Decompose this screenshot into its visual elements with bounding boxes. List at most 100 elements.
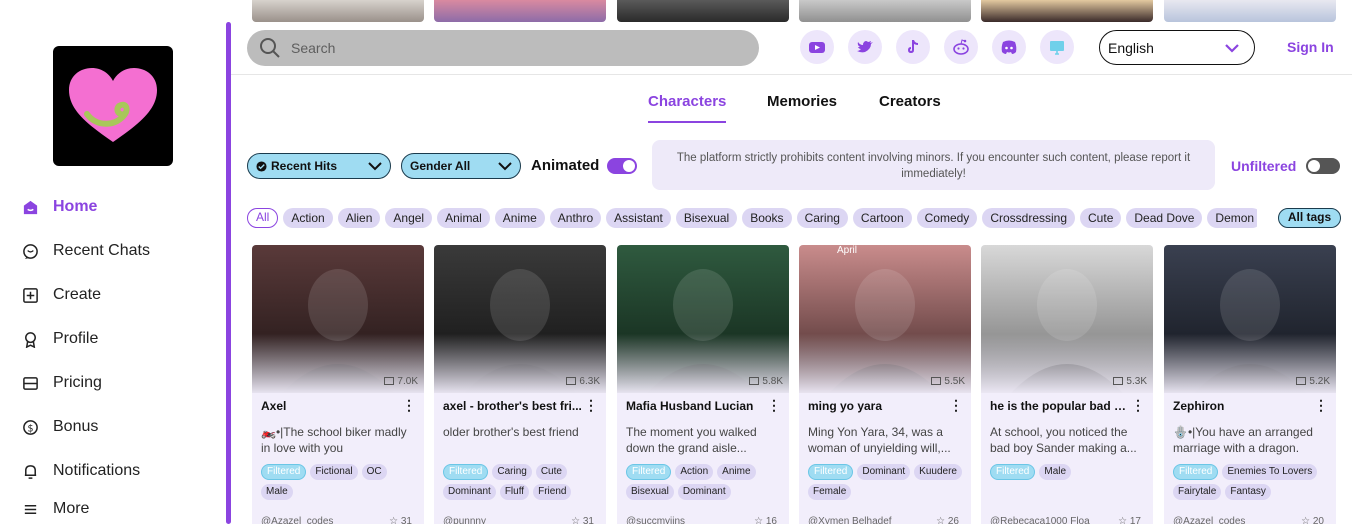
character-card[interactable]: 5.2K Zephiron ⋮ 🪬•|You have an arranged … <box>1164 245 1336 524</box>
gender-select[interactable]: Gender All <box>401 153 521 179</box>
card-tag-chip[interactable]: Cute <box>535 464 567 480</box>
card-tag-chip[interactable]: Filtered <box>990 464 1036 480</box>
card-tag-chip[interactable]: Friend <box>533 484 572 500</box>
all-tags-button[interactable]: All tags <box>1278 208 1341 228</box>
previous-card-image[interactable] <box>799 0 971 22</box>
more-options-icon[interactable]: ⋮ <box>949 397 963 414</box>
tab-characters[interactable]: Characters <box>648 93 726 110</box>
tab-creators[interactable]: Creators <box>879 93 941 110</box>
card-tag-chip[interactable]: Fictional <box>310 464 358 480</box>
tab-memories[interactable]: Memories <box>767 93 837 110</box>
card-tag-chip[interactable]: Filtered <box>443 464 489 480</box>
previous-card-image[interactable] <box>252 0 424 22</box>
card-tag-chip[interactable]: Action <box>675 464 714 480</box>
character-name[interactable]: he is the popular bad g... <box>990 399 1130 413</box>
creator-handle[interactable]: @Azazel_codes <box>1173 516 1245 524</box>
unfiltered-toggle[interactable] <box>1306 158 1340 174</box>
creator-handle[interactable]: @punnny <box>443 516 486 524</box>
creator-handle[interactable]: @succmyiins <box>626 516 685 524</box>
creator-handle[interactable]: @Azazel_codes <box>261 516 333 524</box>
character-image[interactable] <box>1164 245 1336 393</box>
tag-chip[interactable]: Comedy <box>916 208 978 228</box>
sidebar-item-recent-chats[interactable]: Recent Chats <box>22 242 150 260</box>
character-name[interactable]: Mafia Husband Lucian <box>626 399 766 413</box>
tag-chip[interactable]: Assistant <box>606 208 671 228</box>
previous-card-image[interactable] <box>1164 0 1336 22</box>
character-image[interactable] <box>252 245 424 393</box>
card-tag-chip[interactable]: Bisexual <box>626 484 674 500</box>
more-options-icon[interactable]: ⋮ <box>767 397 781 414</box>
card-tag-chip[interactable]: Dominant <box>857 464 911 480</box>
tag-chip[interactable]: Alien <box>337 208 381 228</box>
character-image[interactable]: April <box>799 245 971 393</box>
character-card[interactable]: 6.3K axel - brother's best fri... ⋮ olde… <box>434 245 606 524</box>
sign-in-button[interactable]: Sign In <box>1287 39 1334 55</box>
tag-chip[interactable]: Animal <box>437 208 490 228</box>
tag-chip[interactable]: Cartoon <box>852 208 912 228</box>
card-tag-chip[interactable]: Dominant <box>677 484 731 500</box>
search-bar[interactable] <box>247 30 759 66</box>
card-tag-chip[interactable]: Caring <box>492 464 532 480</box>
card-tag-chip[interactable]: Anime <box>717 464 756 480</box>
sidebar-item-profile[interactable]: Profile <box>22 330 98 348</box>
card-tag-chip[interactable]: Male <box>1039 464 1072 480</box>
previous-card-image[interactable] <box>434 0 606 22</box>
tag-chip[interactable]: Angel <box>385 208 433 228</box>
character-name[interactable]: axel - brother's best fri... <box>443 399 583 413</box>
card-tag-chip[interactable]: Female <box>808 484 852 500</box>
tag-chip[interactable]: Dead Dove <box>1126 208 1203 228</box>
tag-chip[interactable]: Demon <box>1207 208 1257 228</box>
character-image[interactable] <box>434 245 606 393</box>
reddit-link[interactable] <box>944 30 978 64</box>
creator-handle[interactable]: @Xymen Belhadef <box>808 516 892 524</box>
sidebar-item-home[interactable]: Home <box>22 198 97 216</box>
tag-chip[interactable]: Action <box>283 208 333 228</box>
character-name[interactable]: ming yo yara <box>808 399 948 413</box>
sidebar-item-create[interactable]: Create <box>22 286 101 304</box>
character-image[interactable] <box>617 245 789 393</box>
card-tag-chip[interactable]: Fluff <box>499 484 530 500</box>
sidebar-scrollbar[interactable] <box>226 22 231 524</box>
tag-chip[interactable]: Anthro <box>549 208 602 228</box>
card-tag-chip[interactable]: Fairytale <box>1173 484 1222 500</box>
character-card[interactable]: 5.3K he is the popular bad g... ⋮ At sch… <box>981 245 1153 524</box>
sidebar-item-more[interactable]: More <box>22 500 89 518</box>
animated-toggle[interactable] <box>607 158 637 174</box>
previous-card-image[interactable] <box>617 0 789 22</box>
card-tag-chip[interactable]: Filtered <box>1173 464 1219 480</box>
tag-chip[interactable]: Cute <box>1080 208 1122 228</box>
character-card[interactable]: 5.8K Mafia Husband Lucian ⋮ The moment y… <box>617 245 789 524</box>
language-select[interactable]: English <box>1099 30 1255 65</box>
twitter-link[interactable] <box>848 30 882 64</box>
tag-chip[interactable]: Bisexual <box>675 208 738 228</box>
character-card[interactable]: 7.0K Axel ⋮ 🏍️•|The school biker madly i… <box>252 245 424 524</box>
card-tag-chip[interactable]: Filtered <box>626 464 672 480</box>
character-name[interactable]: Axel <box>261 399 401 413</box>
youtube-link[interactable] <box>800 30 834 64</box>
tag-chip[interactable]: Anime <box>494 208 545 228</box>
previous-card-image[interactable] <box>981 0 1153 22</box>
desktop-link[interactable] <box>1040 30 1074 64</box>
more-options-icon[interactable]: ⋮ <box>402 397 416 414</box>
tiktok-link[interactable] <box>896 30 930 64</box>
sidebar-item-bonus[interactable]: $ Bonus <box>22 418 98 436</box>
character-image[interactable] <box>981 245 1153 393</box>
card-tag-chip[interactable]: Male <box>261 484 293 500</box>
card-tag-chip[interactable]: Filtered <box>808 464 854 480</box>
card-tag-chip[interactable]: OC <box>361 464 387 480</box>
card-tag-chip[interactable]: Filtered <box>261 464 307 480</box>
search-input[interactable] <box>291 40 731 56</box>
card-tag-chip[interactable]: Dominant <box>443 484 496 500</box>
character-card[interactable]: April 5.5K ming yo yara ⋮ Ming Yon Yara,… <box>799 245 971 524</box>
discord-link[interactable] <box>992 30 1026 64</box>
app-logo[interactable] <box>53 46 173 166</box>
more-options-icon[interactable]: ⋮ <box>584 397 598 414</box>
card-tag-chip[interactable]: Enemies To Lovers <box>1222 464 1318 480</box>
more-options-icon[interactable]: ⋮ <box>1131 397 1145 414</box>
card-tag-chip[interactable]: Fantasy <box>1225 484 1271 500</box>
tag-chip[interactable]: All <box>247 208 279 228</box>
character-name[interactable]: Zephiron <box>1173 399 1313 413</box>
sidebar-item-pricing[interactable]: Pricing <box>22 374 102 392</box>
more-options-icon[interactable]: ⋮ <box>1314 397 1328 414</box>
recent-hits-select[interactable]: Recent Hits <box>247 153 391 179</box>
